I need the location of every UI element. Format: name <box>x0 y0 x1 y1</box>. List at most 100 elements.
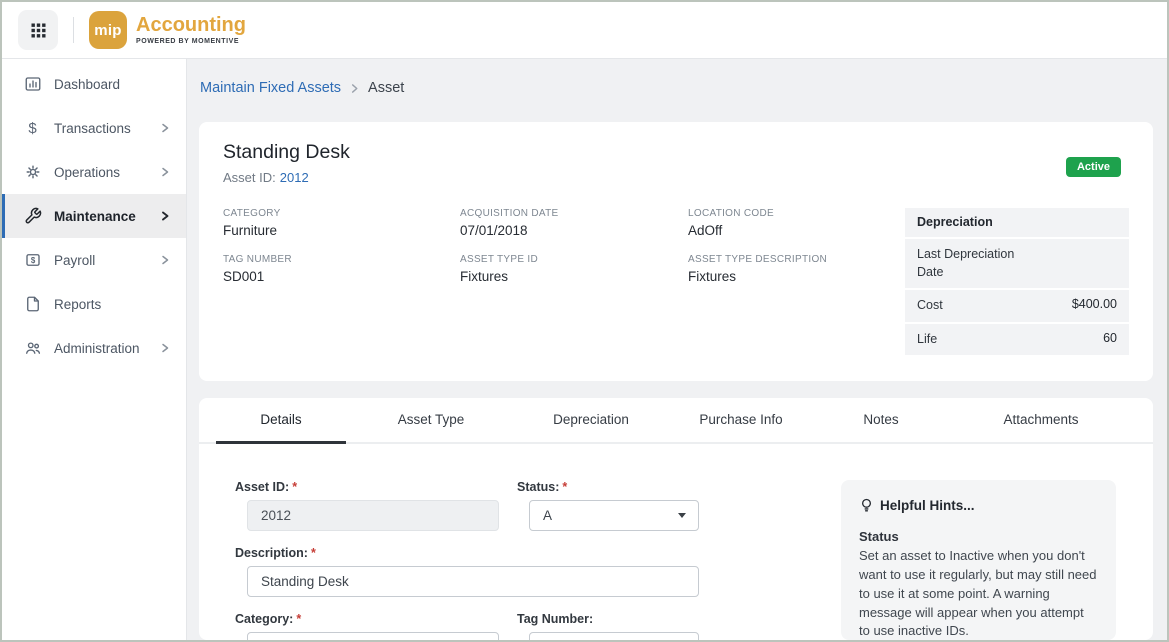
dashboard-icon <box>23 75 42 94</box>
chevron-right-icon <box>160 255 170 265</box>
breadcrumb: Maintain Fixed Assets Asset <box>200 80 1153 96</box>
main-content: Maintain Fixed Assets Asset Standing Des… <box>187 59 1167 640</box>
status-select-value: A <box>543 508 552 523</box>
breadcrumb-link-maintain-fixed-assets[interactable]: Maintain Fixed Assets <box>200 80 341 96</box>
required-marker: * <box>292 480 297 494</box>
document-icon <box>23 295 42 314</box>
required-marker: * <box>296 612 301 626</box>
app-window: mip Accounting POWERED BY MOMENTIVE Dash… <box>0 0 1169 642</box>
chevron-right-icon <box>350 83 359 94</box>
chevron-right-icon <box>160 167 170 177</box>
summary-field-asset-type-id: ASSET TYPE ID Fixtures <box>460 254 688 284</box>
category-field-label: Category:* <box>235 612 499 626</box>
sidebar-item-dashboard[interactable]: Dashboard <box>2 62 186 106</box>
depreciation-row-label: Life <box>917 331 937 349</box>
summary-label: CATEGORY <box>223 208 460 219</box>
required-marker: * <box>562 480 567 494</box>
chevron-right-icon <box>160 343 170 353</box>
category-select[interactable]: Furniture <box>247 632 499 640</box>
summary-value: Furniture <box>223 223 460 238</box>
brand: mip Accounting POWERED BY MOMENTIVE <box>89 11 246 49</box>
sidebar: Dashboard Transactions Operations <box>2 59 187 640</box>
depreciation-row-value: 60 <box>1103 331 1117 345</box>
brand-tagline: POWERED BY MOMENTIVE <box>136 38 246 45</box>
wrench-icon <box>23 207 42 226</box>
depreciation-row-life: Life 60 <box>905 324 1129 356</box>
payroll-icon: $ <box>23 251 42 270</box>
status-select[interactable]: A <box>529 500 699 531</box>
sidebar-item-label: Maintenance <box>54 209 160 224</box>
sidebar-item-label: Dashboard <box>54 77 170 92</box>
summary-label: TAG NUMBER <box>223 254 460 265</box>
page-title: Standing Desk <box>223 141 350 164</box>
tab-details[interactable]: Details <box>216 398 346 442</box>
description-field-label: Description:* <box>235 546 699 560</box>
summary-value: Fixtures <box>688 269 905 284</box>
tab-depreciation[interactable]: Depreciation <box>516 398 666 442</box>
field-label-text: Description: <box>235 546 308 560</box>
chevron-down-icon <box>678 513 686 518</box>
depreciation-row-label: Last Depreciation Date <box>917 246 1035 281</box>
tab-asset-type[interactable]: Asset Type <box>346 398 516 442</box>
depreciation-row-label: Cost <box>917 297 943 315</box>
depreciation-panel-header: Depreciation <box>905 208 1129 237</box>
sidebar-item-administration[interactable]: Administration <box>2 326 186 370</box>
status-field-label: Status:* <box>517 480 699 494</box>
users-icon <box>23 339 42 358</box>
details-form: Asset ID:* Status:* A <box>247 480 699 640</box>
depreciation-panel-title: Depreciation <box>917 215 993 229</box>
summary-label: ASSET TYPE DESCRIPTION <box>688 254 905 265</box>
svg-text:$: $ <box>30 256 35 265</box>
sidebar-item-label: Payroll <box>54 253 160 268</box>
summary-label: LOCATION CODE <box>688 208 905 219</box>
app-launcher-button[interactable] <box>18 10 58 50</box>
topbar: mip Accounting POWERED BY MOMENTIVE <box>2 2 1167 59</box>
hint-body-status: Set an asset to Inactive when you don't … <box>859 547 1098 640</box>
asset-header-card: Standing Desk Asset ID:2012 Active CATEG… <box>199 122 1153 381</box>
asset-id-link[interactable]: 2012 <box>280 170 309 185</box>
summary-label: ASSET TYPE ID <box>460 254 688 265</box>
tab-notes[interactable]: Notes <box>816 398 946 442</box>
summary-value: AdOff <box>688 223 905 238</box>
sidebar-item-reports[interactable]: Reports <box>2 282 186 326</box>
summary-field-asset-type-description: ASSET TYPE DESCRIPTION Fixtures <box>688 254 905 284</box>
sidebar-item-transactions[interactable]: Transactions <box>2 106 186 150</box>
asset-summary-grid: CATEGORY Furniture ACQUISITION DATE 07/0… <box>223 208 905 357</box>
asset-details-card: Details Asset Type Depreciation Purchase… <box>199 398 1153 640</box>
summary-label: ACQUISITION DATE <box>460 208 688 219</box>
asset-id-line: Asset ID: 2012 <box>223 170 350 185</box>
tab-attachments[interactable]: Attachments <box>946 398 1136 442</box>
grid-icon <box>30 22 47 39</box>
summary-field-category: CATEGORY Furniture <box>223 208 460 238</box>
asset-id-label: Asset ID: <box>223 170 276 185</box>
summary-value: Fixtures <box>460 269 688 284</box>
helpful-hints-panel: Helpful Hints... Status Set an asset to … <box>841 480 1116 640</box>
summary-field-tag-number: TAG NUMBER SD001 <box>223 254 460 284</box>
sidebar-item-label: Reports <box>54 297 170 312</box>
field-label-text: Category: <box>235 612 293 626</box>
summary-value: SD001 <box>223 269 460 284</box>
dollar-icon <box>23 119 42 138</box>
summary-field-location-code: LOCATION CODE AdOff <box>688 208 905 238</box>
sidebar-item-payroll[interactable]: $ Payroll <box>2 238 186 282</box>
asset-id-field-label: Asset ID:* <box>235 480 499 494</box>
depreciation-row-cost: Cost $400.00 <box>905 290 1129 322</box>
summary-field-acquisition-date: ACQUISITION DATE 07/01/2018 <box>460 208 688 238</box>
sidebar-item-maintenance[interactable]: Maintenance <box>2 194 186 238</box>
depreciation-row-value: $400.00 <box>1072 297 1117 311</box>
asset-id-input[interactable] <box>247 500 499 531</box>
field-label-text: Asset ID: <box>235 480 289 494</box>
gear-icon <box>23 163 42 182</box>
sidebar-item-operations[interactable]: Operations <box>2 150 186 194</box>
chevron-right-icon <box>160 123 170 133</box>
hint-heading-status: Status <box>859 529 1098 544</box>
tag-number-input[interactable] <box>529 632 699 640</box>
description-input[interactable] <box>247 566 699 597</box>
summary-value: 07/01/2018 <box>460 223 688 238</box>
mip-logo: mip <box>89 11 127 49</box>
depreciation-row-last-date: Last Depreciation Date <box>905 239 1129 288</box>
tab-purchase-info[interactable]: Purchase Info <box>666 398 816 442</box>
depreciation-panel: Depreciation Last Depreciation Date Cost… <box>905 208 1129 357</box>
required-marker: * <box>311 546 316 560</box>
breadcrumb-current: Asset <box>368 80 404 96</box>
